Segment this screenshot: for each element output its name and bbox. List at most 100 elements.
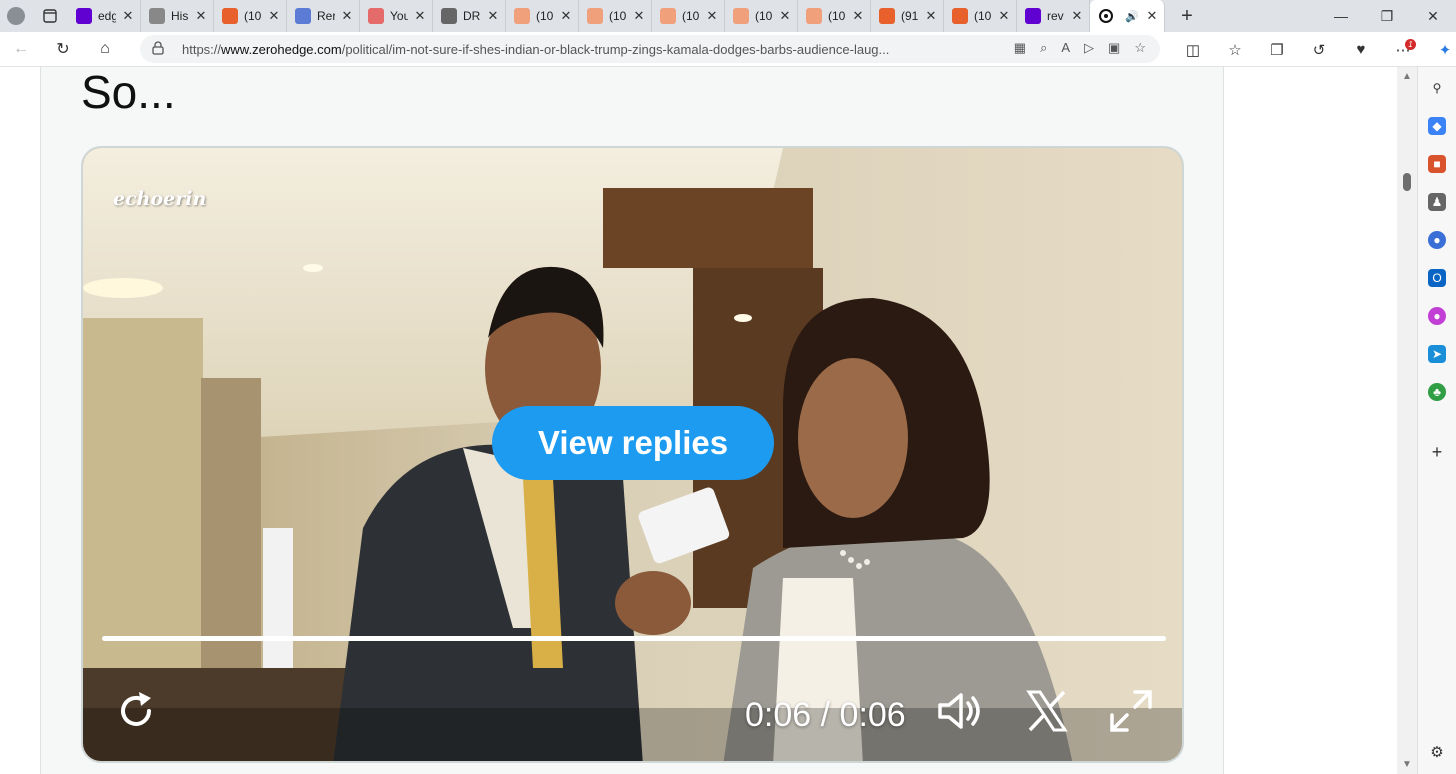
url-host: www.zerohedge.com xyxy=(221,41,342,57)
close-tab-icon[interactable]: ✕ xyxy=(1144,8,1160,24)
view-replies-button[interactable]: View replies xyxy=(492,406,774,480)
video-controls: 0:06 / 0:06 xyxy=(83,668,1182,758)
scroll-up-arrow-icon[interactable]: ▲ xyxy=(1402,71,1412,82)
url-path: /political/im-not-sure-if-shes-indian-or… xyxy=(341,41,890,57)
close-tab-icon[interactable]: ✕ xyxy=(339,8,355,24)
embedded-video-player[interactable]: echoerin View replies 0:06 / 0:06 xyxy=(81,146,1184,763)
tab-actions-icon xyxy=(43,9,57,23)
close-tab-icon[interactable]: ✕ xyxy=(120,8,136,24)
tab-title: (91 xyxy=(901,9,919,23)
tab-title: (10 xyxy=(828,9,846,23)
scrollbar-thumb[interactable] xyxy=(1403,173,1411,191)
sidebar-settings-icon[interactable]: ⚙ xyxy=(1428,743,1446,761)
tab-title: (10 xyxy=(609,9,627,23)
browser-tab[interactable]: (10 ✕ xyxy=(579,0,652,32)
browser-tab[interactable]: DR ✕ xyxy=(433,0,506,32)
browser-tab[interactable]: Rer ✕ xyxy=(287,0,360,32)
time-separator: / xyxy=(811,696,840,734)
close-tab-icon[interactable]: ✕ xyxy=(485,8,501,24)
drudge-icon xyxy=(441,8,457,24)
substack-icon xyxy=(660,8,676,24)
drop-icon[interactable]: ➤ xyxy=(1428,345,1446,363)
browser-tab[interactable]: rev ✕ xyxy=(1017,0,1090,32)
read-aloud-icon[interactable]: A xyxy=(1061,40,1070,56)
search-icon[interactable]: ⚲ xyxy=(1428,79,1446,97)
minimize-button[interactable]: — xyxy=(1318,0,1364,32)
home-button[interactable]: ⌂ xyxy=(84,32,126,67)
close-tab-icon[interactable]: ✕ xyxy=(704,8,720,24)
tab-title: (10 xyxy=(755,9,773,23)
fullscreen-button[interactable] xyxy=(1108,688,1154,734)
close-window-button[interactable]: ✕ xyxy=(1410,0,1456,32)
duration: 0:06 xyxy=(839,696,906,734)
close-tab-icon[interactable]: ✕ xyxy=(412,8,428,24)
close-tab-icon[interactable]: ✕ xyxy=(923,8,939,24)
browser-tab[interactable]: (10 ✕ xyxy=(214,0,287,32)
mute-button[interactable] xyxy=(936,688,984,734)
close-tab-icon[interactable]: ✕ xyxy=(193,8,209,24)
close-tab-icon[interactable]: ✕ xyxy=(777,8,793,24)
profile-avatar-icon xyxy=(7,7,25,25)
x-logo-icon xyxy=(1026,690,1068,732)
history-icon[interactable]: ↺ xyxy=(1298,41,1340,59)
link-icon xyxy=(295,8,311,24)
close-tab-icon[interactable]: ✕ xyxy=(631,8,647,24)
app-available-icon[interactable]: ▦ xyxy=(1014,40,1026,56)
browser-tab[interactable]: (10 ✕ xyxy=(506,0,579,32)
browser-tab[interactable]: (10 ✕ xyxy=(652,0,725,32)
browser-tab[interactable]: (10 ✕ xyxy=(944,0,1017,32)
back-button[interactable]: ← xyxy=(0,32,42,67)
immersive-reader-icon[interactable]: ▷ xyxy=(1084,40,1094,56)
scroll-down-arrow-icon[interactable]: ▼ xyxy=(1402,759,1412,770)
tab-title: (10 xyxy=(974,9,992,23)
restore-button[interactable]: ❐ xyxy=(1364,0,1410,32)
substack-icon xyxy=(806,8,822,24)
x-logo-button[interactable] xyxy=(1024,688,1070,734)
page-scrollbar[interactable]: ▲ ▼ xyxy=(1397,67,1417,774)
address-bar[interactable]: https://www.zerohedge.com/political/im-n… xyxy=(140,35,1160,63)
yahoo-icon xyxy=(1025,8,1041,24)
copilot-icon[interactable]: ✦ xyxy=(1424,41,1456,59)
close-tab-icon[interactable]: ✕ xyxy=(266,8,282,24)
split-screen-icon[interactable]: ◫ xyxy=(1172,41,1214,59)
refresh-button[interactable]: ↻ xyxy=(42,32,84,67)
add-sidebar-app-icon[interactable]: + xyxy=(1428,442,1446,462)
substack-icon xyxy=(733,8,749,24)
tab-audio-icon[interactable]: 🔊 xyxy=(1124,10,1140,23)
favorites-icon[interactable]: ☆ xyxy=(1214,41,1256,59)
browser-essentials-icon[interactable]: ♥ xyxy=(1340,41,1382,58)
browser-tab[interactable]: (10 ✕ xyxy=(798,0,871,32)
profile-button[interactable] xyxy=(0,0,32,32)
browser-tab[interactable]: 🔊 ✕ xyxy=(1090,0,1165,32)
browser-tab[interactable]: (10 ✕ xyxy=(725,0,798,32)
close-tab-icon[interactable]: ✕ xyxy=(558,8,574,24)
substack-icon xyxy=(587,8,603,24)
designer-icon[interactable]: ● xyxy=(1428,307,1446,325)
substack-icon xyxy=(952,8,968,24)
browser-tab[interactable]: His ✕ xyxy=(141,0,214,32)
tree-icon[interactable]: ♣ xyxy=(1428,383,1446,401)
outlook-icon[interactable]: O xyxy=(1428,269,1446,287)
zoom-icon[interactable]: ⌕ xyxy=(1040,40,1047,56)
close-tab-icon[interactable]: ✕ xyxy=(850,8,866,24)
microsoft-365-icon[interactable]: ● xyxy=(1428,231,1446,249)
close-tab-icon[interactable]: ✕ xyxy=(996,8,1012,24)
browser-tab[interactable]: You ✕ xyxy=(360,0,433,32)
favorite-star-icon[interactable]: ☆ xyxy=(1134,40,1146,56)
shopping-icon[interactable]: ◆ xyxy=(1428,117,1446,135)
close-tab-icon[interactable]: ✕ xyxy=(1069,8,1085,24)
tools-icon[interactable]: ■ xyxy=(1428,155,1446,173)
tab-actions-button[interactable] xyxy=(32,0,68,32)
history-icon xyxy=(149,8,165,24)
collections-add-icon[interactable]: ▣ xyxy=(1108,40,1120,56)
browser-tab[interactable]: edg ✕ xyxy=(68,0,141,32)
browser-tab[interactable]: (91 ✕ xyxy=(871,0,944,32)
collections-icon[interactable]: ❐ xyxy=(1256,41,1298,59)
replay-button[interactable] xyxy=(113,688,159,734)
games-icon[interactable]: ♟ xyxy=(1428,193,1446,211)
settings-more-icon[interactable]: ⋯ 1 xyxy=(1382,38,1424,59)
tab-title: (10 xyxy=(536,9,554,23)
new-tab-button[interactable]: + xyxy=(1171,5,1203,28)
notification-badge: 1 xyxy=(1405,38,1416,50)
video-progress-bar[interactable] xyxy=(102,636,1166,641)
